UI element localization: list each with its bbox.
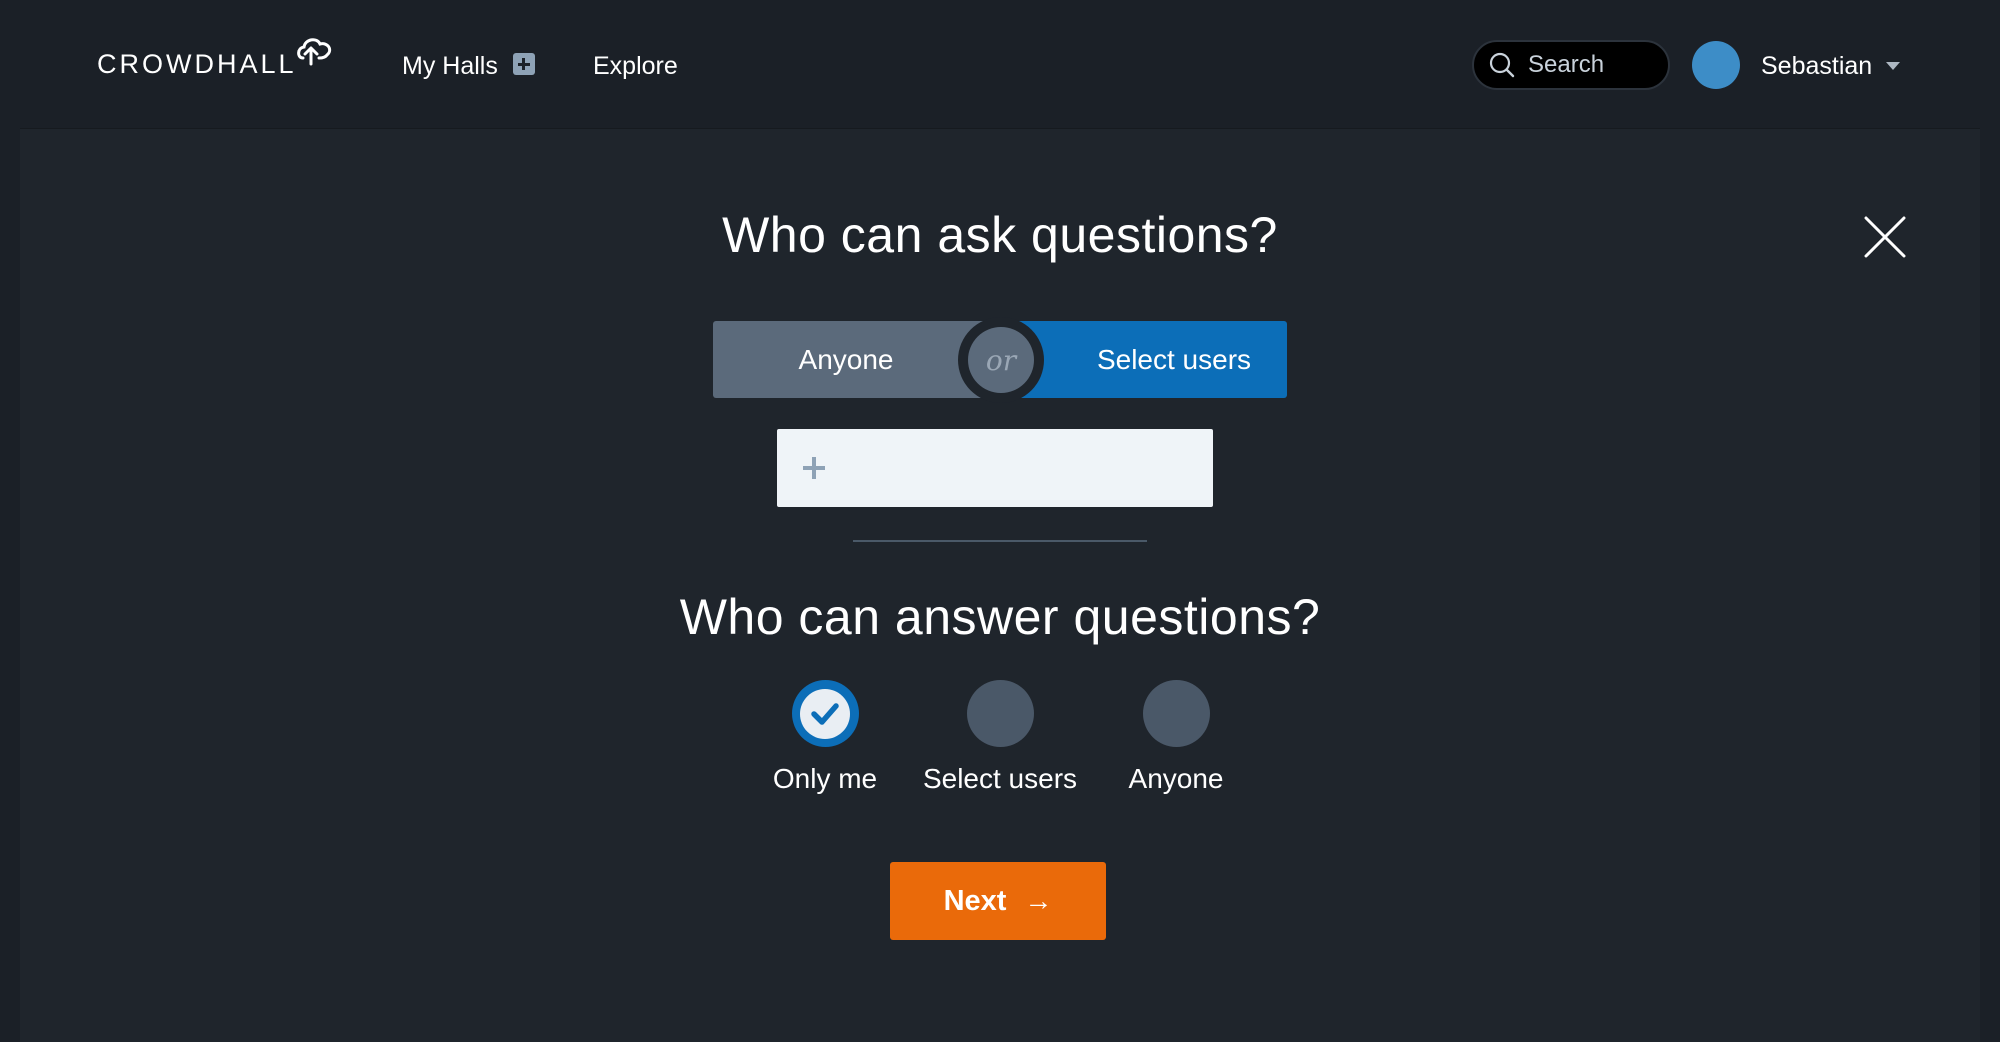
arrow-right-icon: → (1024, 885, 1053, 916)
avatar[interactable] (1692, 41, 1740, 89)
toggle-select-users-button[interactable]: Select users (1003, 321, 1287, 398)
next-button[interactable]: Next → (890, 862, 1106, 940)
next-button-label: Next (943, 884, 1007, 917)
section-divider (853, 540, 1147, 542)
answer-questions-heading: Who can answer questions? (679, 589, 1321, 645)
add-user-input[interactable] (777, 429, 1213, 507)
search-input[interactable]: Search (1472, 40, 1670, 90)
toggle-or-separator: or (958, 317, 1044, 403)
nav-explore[interactable]: Explore (593, 46, 678, 86)
radio-circle[interactable] (1142, 680, 1210, 747)
add-hall-plus-icon[interactable] (512, 53, 535, 75)
or-label: or (968, 327, 1034, 393)
radio-circle[interactable] (966, 680, 1034, 747)
radio-option-only-me[interactable]: Only me (725, 680, 925, 795)
logo-text: CROWDHALL (97, 48, 297, 79)
plus-icon (803, 457, 825, 479)
ask-permission-toggle: Anyone Select users or (713, 317, 1287, 403)
crowdhall-logo[interactable]: CROWDHALL (97, 38, 332, 84)
nav-my-halls-label: My Halls (402, 51, 498, 80)
chevron-down-icon[interactable] (1886, 62, 1900, 70)
crowdhall-logo-icon (297, 38, 332, 66)
radio-option-select-users[interactable]: Select users (900, 680, 1100, 795)
answer-permission-radio-group: Only me Select users Anyone (0, 680, 2000, 800)
nav-my-halls[interactable]: My Halls (402, 46, 535, 86)
ask-questions-heading: Who can ask questions? (722, 207, 1278, 263)
radio-checked-circle[interactable] (791, 680, 859, 747)
search-icon (1489, 52, 1515, 78)
radio-option-anyone[interactable]: Anyone (1076, 680, 1276, 795)
top-navigation-bar: CROWDHALL My Halls Explore Search Sebast… (0, 0, 2000, 128)
radio-label-anyone: Anyone (1128, 763, 1224, 794)
checkmark-icon (811, 702, 839, 725)
user-menu-name[interactable]: Sebastian (1761, 46, 1872, 86)
radio-label-only-me: Only me (772, 763, 878, 794)
radio-label-select-users: Select users (922, 763, 1078, 794)
search-placeholder: Search (1528, 51, 1605, 78)
